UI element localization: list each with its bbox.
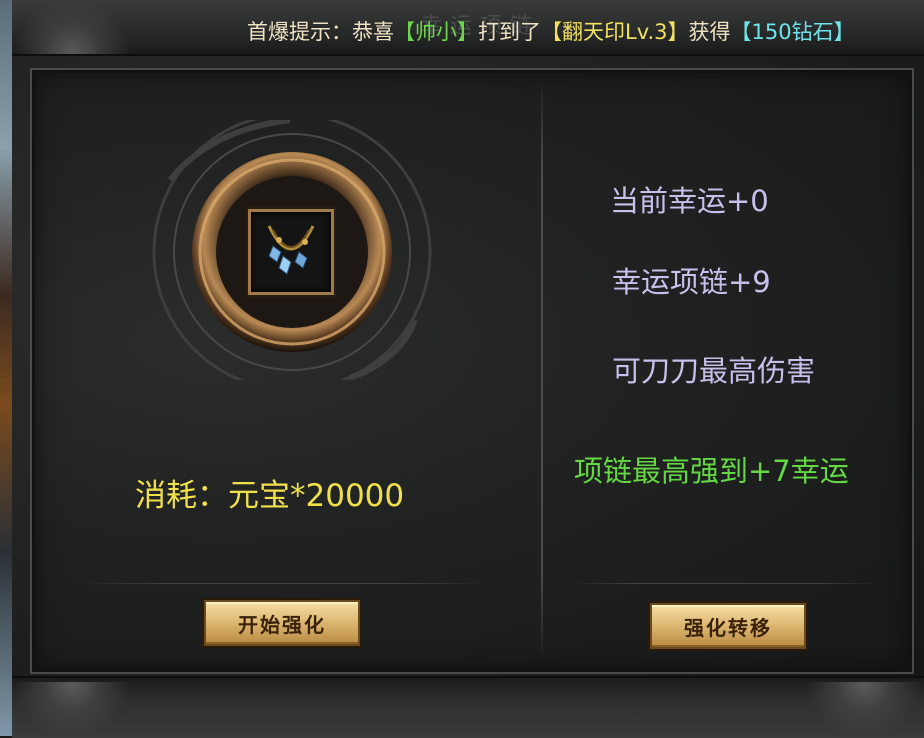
ticker-prefix: 首爆提示：恭喜: [247, 20, 394, 44]
current-luck-text: 当前幸运+0: [610, 184, 769, 218]
corner-ornament: [12, 682, 132, 736]
necklace-icon: [267, 225, 315, 275]
ticker-item-name: 【翻天印Lv.3】: [541, 20, 689, 44]
corner-ornament: [12, 0, 132, 54]
bottom-banner: [12, 676, 924, 738]
max-damage-text: 可刀刀最高伤害: [612, 354, 816, 388]
cost-text: 消耗：元宝*20000: [135, 478, 405, 514]
ticker-reward: 【150钻石】: [730, 20, 855, 44]
divider-line: [80, 583, 490, 584]
start-enhance-button[interactable]: 开始强化: [204, 600, 360, 646]
background-scene-strip: [0, 0, 12, 736]
ticker-mid: 打到了: [478, 20, 541, 44]
max-enhance-text: 项链最高强到+7幸运: [574, 454, 849, 488]
ticker-got: 获得: [688, 20, 731, 44]
equip-slot[interactable]: [248, 209, 334, 295]
corner-ornament: [804, 682, 924, 736]
panel-divider: [541, 80, 543, 660]
enhance-transfer-button[interactable]: 强化转移: [650, 603, 806, 649]
divider-line: [570, 583, 880, 584]
drop-announcement-ticker: 首爆提示：恭喜【帅小】打到了【翻天印Lv.3】获得【150钻石】: [247, 16, 855, 46]
luck-necklace-text: 幸运项链+9: [612, 265, 771, 299]
ticker-player-name: 【帅小】: [394, 20, 478, 44]
